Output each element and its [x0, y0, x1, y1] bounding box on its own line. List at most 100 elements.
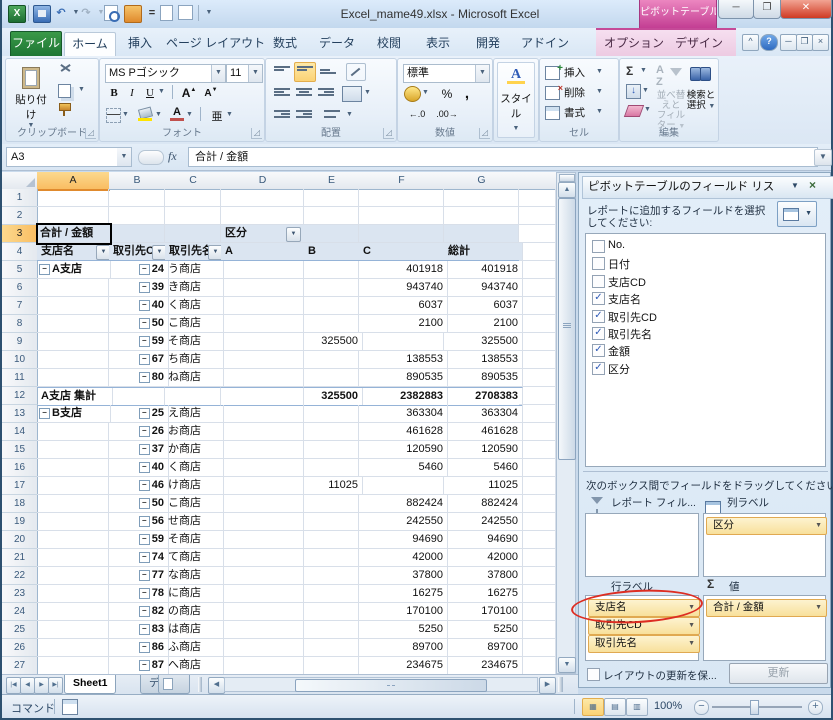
cell-A15[interactable]	[37, 441, 109, 459]
cell-F13[interactable]: 363304	[359, 405, 448, 423]
cell-F6[interactable]: 943740	[359, 279, 448, 297]
field-checkbox-No.[interactable]	[592, 240, 605, 253]
font-color-dropdown-icon[interactable]: ▼	[186, 111, 193, 118]
tab-split-handle[interactable]	[198, 677, 202, 692]
cell-D6[interactable]	[221, 279, 304, 297]
field-section-layout-button[interactable]: ▼	[777, 201, 817, 227]
cell-C26[interactable]: ふ商店	[165, 639, 224, 657]
cell-A6[interactable]	[37, 279, 109, 297]
last-sheet-icon[interactable]: ▶|	[48, 677, 63, 694]
normal-view-icon[interactable]: ▦	[582, 698, 604, 716]
tab-ファイル[interactable]: ファイル	[10, 31, 62, 57]
cell-H26[interactable]	[519, 639, 556, 657]
decrease-decimal-icon[interactable]: .00→	[434, 108, 460, 120]
cell-D13[interactable]	[221, 405, 304, 423]
cell-C12[interactable]	[165, 387, 221, 406]
cell-H4[interactable]	[519, 243, 556, 261]
increase-decimal-icon[interactable]: ←.0	[404, 108, 430, 120]
qat-menu-icon[interactable]: ▼	[201, 5, 217, 21]
cell-G21[interactable]: 42000	[444, 549, 523, 567]
cell-C3[interactable]	[165, 225, 221, 243]
pane-divider[interactable]	[583, 471, 828, 472]
underline-button[interactable]: U	[142, 86, 158, 100]
clear-icon[interactable]	[624, 105, 644, 117]
cell-G1[interactable]	[444, 189, 519, 207]
cell-F20[interactable]: 94690	[359, 531, 448, 549]
cell-F24[interactable]: 170100	[359, 603, 448, 621]
cell-B14[interactable]: −26	[109, 423, 169, 441]
fill-dropdown-icon[interactable]: ▼	[642, 87, 649, 94]
cell-D18[interactable]	[221, 495, 304, 513]
insert-worksheet-tab[interactable]	[158, 675, 190, 694]
cell-H1[interactable]	[519, 189, 556, 207]
borders-icon[interactable]	[106, 108, 121, 123]
cell-G23[interactable]: 16275	[444, 585, 523, 603]
cell-G9[interactable]: 325500	[444, 333, 523, 351]
row-header-6[interactable]: 6	[2, 279, 38, 297]
cell-H16[interactable]	[519, 459, 556, 477]
tab-データ[interactable]: データ	[312, 32, 362, 56]
cell-E17[interactable]: 11025	[304, 477, 363, 495]
cell-C6[interactable]: き商店	[165, 279, 224, 297]
collapse-ribbon-icon[interactable]: ^	[742, 34, 759, 51]
row-header-14[interactable]: 14	[2, 423, 38, 441]
sheet-tab-Sheet1[interactable]: Sheet1	[64, 675, 116, 694]
cell-D21[interactable]	[221, 549, 304, 567]
cell-F26[interactable]: 89700	[359, 639, 448, 657]
cell-F4[interactable]: C	[359, 243, 448, 261]
alignment-dialog-launcher-icon[interactable]: ◿	[383, 128, 394, 139]
cell-A2[interactable]	[37, 207, 109, 225]
cell-H27[interactable]	[519, 657, 556, 674]
cell-E7[interactable]	[304, 297, 359, 315]
cell-B1[interactable]	[109, 189, 165, 207]
minimize-button[interactable]: ─	[718, 0, 754, 19]
cell-H23[interactable]	[519, 585, 556, 603]
cell-G18[interactable]: 882424	[444, 495, 523, 513]
cell-A7[interactable]	[37, 297, 109, 315]
zoom-slider-thumb[interactable]	[750, 700, 759, 715]
column-header-D[interactable]: D	[221, 172, 305, 190]
cell-C15[interactable]: か商店	[165, 441, 224, 459]
font-color-icon[interactable]: A	[170, 106, 184, 121]
column-header-B[interactable]: B	[109, 172, 166, 190]
cell-A17[interactable]	[37, 477, 109, 495]
cell-G25[interactable]: 5250	[444, 621, 523, 639]
hscroll-left-icon[interactable]: ◀	[208, 677, 225, 694]
column-labels-field-区分[interactable]: 区分▼	[706, 517, 827, 535]
expand-toggle-icon[interactable]: −	[139, 660, 150, 671]
cell-D23[interactable]	[221, 585, 304, 603]
cell-F17[interactable]	[359, 477, 444, 495]
cell-E1[interactable]	[304, 189, 359, 207]
scroll-down-icon[interactable]: ▼	[558, 657, 576, 673]
cell-H21[interactable]	[519, 549, 556, 567]
clear-dropdown-icon[interactable]: ▼	[644, 106, 651, 113]
cell-E12[interactable]: 325500	[304, 387, 363, 406]
merge-center-icon[interactable]	[342, 86, 362, 102]
bold-button[interactable]: B	[106, 86, 122, 100]
font-name-select[interactable]: MS Pゴシック▼	[105, 64, 226, 83]
cell-E15[interactable]	[304, 441, 359, 459]
cell-H25[interactable]	[519, 621, 556, 639]
underline-dropdown-icon[interactable]: ▼	[158, 88, 165, 95]
cell-F19[interactable]: 242550	[359, 513, 448, 531]
cell-C11[interactable]: ね商店	[165, 369, 224, 387]
cell-D14[interactable]	[221, 423, 304, 441]
cell-F9[interactable]	[359, 333, 444, 351]
cell-C13[interactable]: え商店	[165, 405, 224, 423]
align-left-icon[interactable]	[274, 87, 290, 99]
cell-A14[interactable]	[37, 423, 109, 441]
macro-record-icon[interactable]	[62, 699, 78, 715]
expand-toggle-icon[interactable]: −	[139, 624, 150, 635]
decrease-indent-icon[interactable]	[274, 109, 290, 121]
format-cells-icon[interactable]	[545, 106, 560, 120]
zoom-in-icon[interactable]: +	[808, 700, 823, 715]
cell-F2[interactable]	[359, 207, 444, 225]
cell-A21[interactable]	[37, 549, 109, 567]
styles-dropdown-icon[interactable]: ▼	[498, 125, 534, 132]
fill-color-icon[interactable]	[138, 108, 152, 121]
tab-オプション[interactable]: オプション	[602, 32, 666, 56]
wrap-dropdown-icon[interactable]: ▼	[346, 111, 353, 118]
fill-color-dropdown-icon[interactable]: ▼	[155, 111, 162, 118]
row-header-24[interactable]: 24	[2, 603, 38, 621]
defer-layout-checkbox[interactable]	[587, 668, 600, 681]
